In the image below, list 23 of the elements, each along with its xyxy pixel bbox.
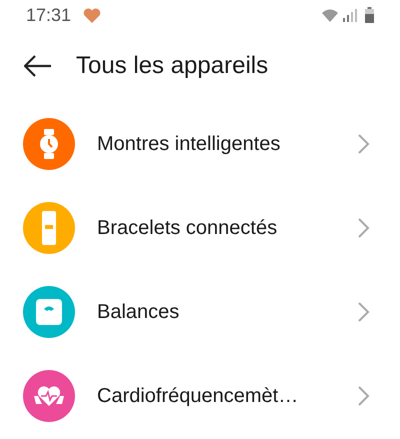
chevron-right-icon: [358, 302, 370, 322]
status-time: 17:31: [26, 4, 72, 26]
chevron-right-icon: [358, 134, 370, 154]
signal-icon: [343, 8, 357, 22]
device-category-item[interactable]: Bracelets connectés: [0, 186, 400, 270]
category-label: Cardiofréquencemèt…: [97, 384, 298, 409]
category-label: Bracelets connectés: [97, 216, 278, 241]
device-category-item[interactable]: Cardiofréquencemèt…: [0, 354, 400, 438]
fitness-band-icon: [42, 211, 56, 245]
category-label: Balances: [97, 300, 180, 325]
device-category-item[interactable]: Montres intelligentes: [0, 102, 400, 186]
device-category-item[interactable]: Balances: [0, 270, 400, 354]
watch-icon: [38, 129, 60, 159]
scale-icon: [36, 299, 62, 325]
battery-icon: [365, 7, 374, 23]
heart-rate-icon: [83, 8, 102, 22]
chevron-right-icon: [358, 218, 370, 238]
wifi-icon: [321, 8, 339, 22]
page-title: Tous les appareils: [76, 51, 268, 81]
category-label: Montres intelligentes: [97, 132, 280, 157]
chevron-right-icon: [358, 386, 370, 406]
back-arrow-icon: [24, 55, 52, 77]
heart-hands-icon: [34, 384, 64, 408]
